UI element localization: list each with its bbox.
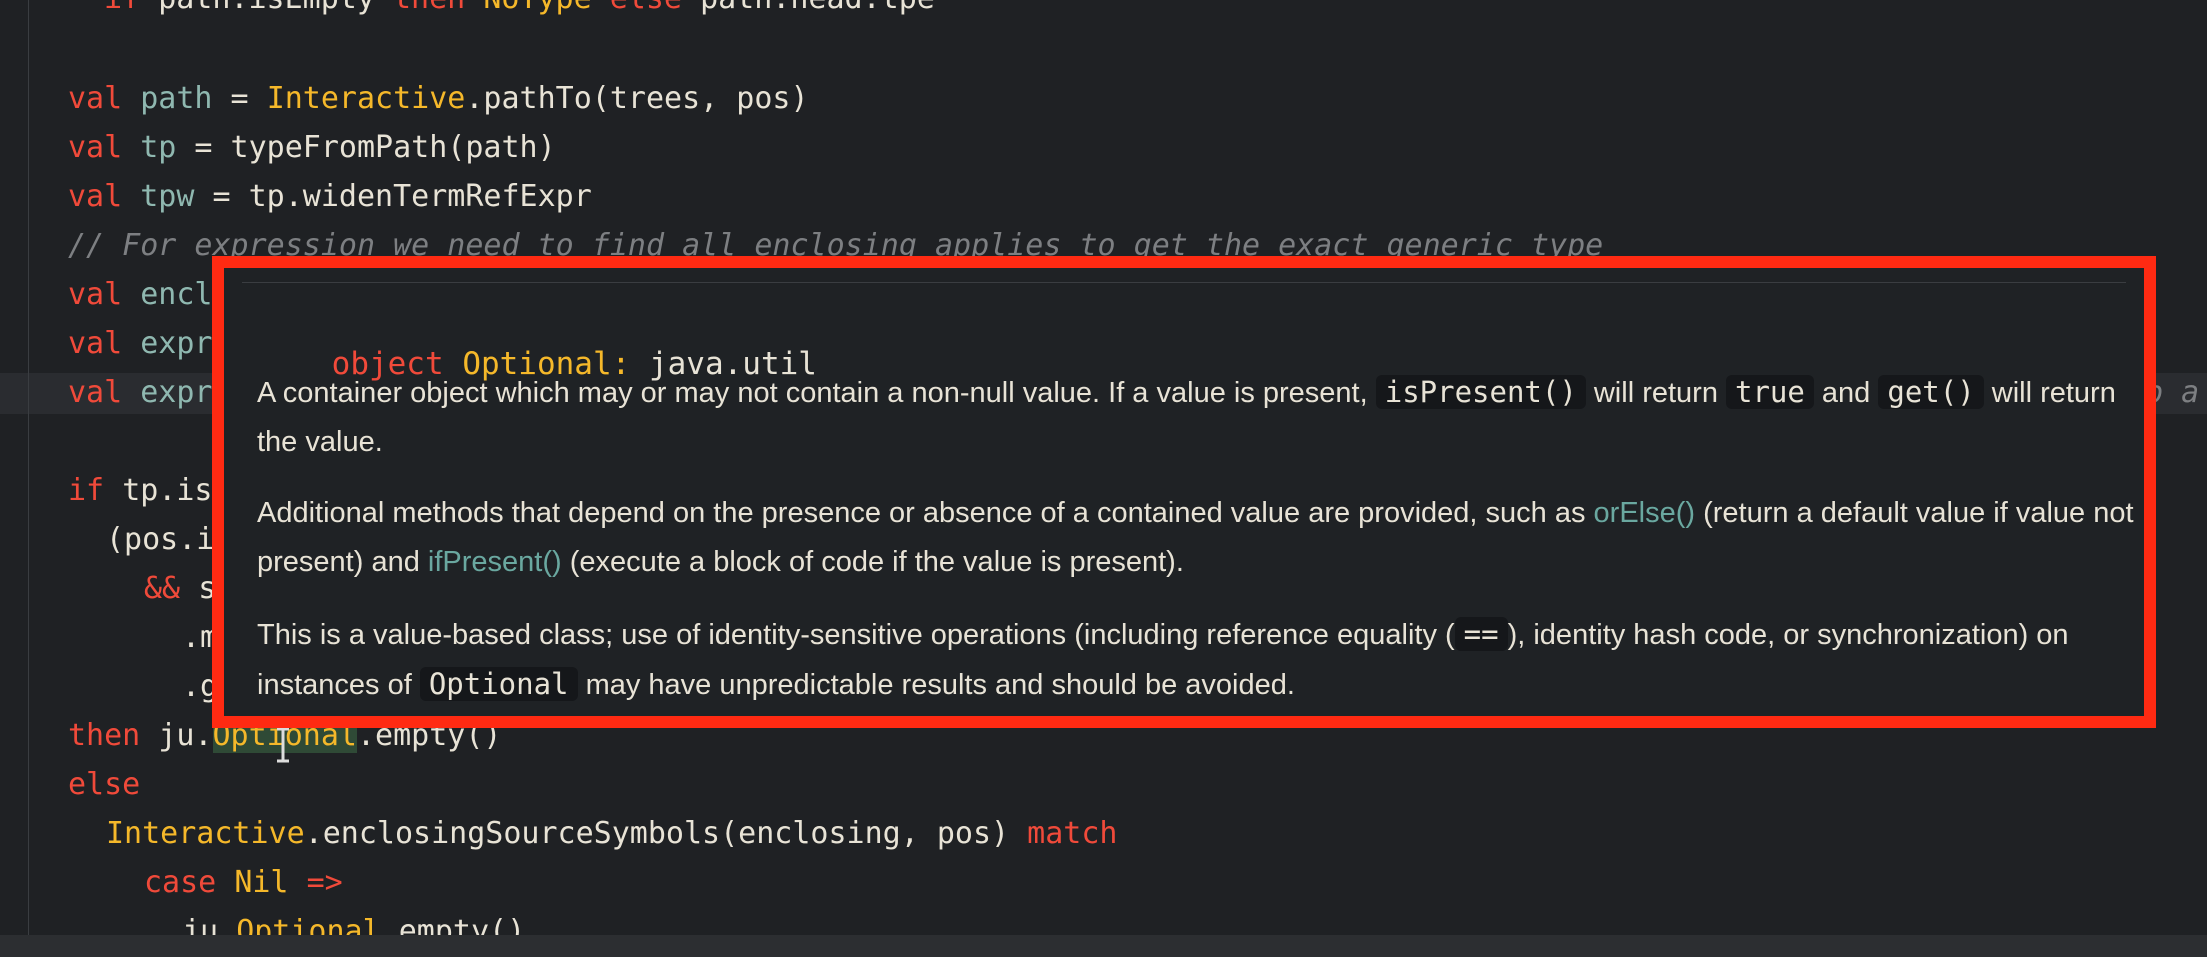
code-token: Interactive (106, 816, 305, 851)
code-line[interactable]: if path.isEmpty then NoType else path.he… (104, 0, 935, 23)
code-token: val (68, 375, 141, 410)
code-token: val (68, 179, 141, 214)
code-token: tp (140, 130, 177, 165)
code-token: = tp.widenTermRefExpr (194, 179, 592, 214)
code-token: .pathTo(trees, pos) (465, 81, 809, 116)
code-token: => (306, 865, 343, 900)
code-token: && (144, 571, 199, 606)
code-line[interactable]: Interactive.enclosingSourceSymbols(enclo… (106, 809, 1117, 858)
code-token: case (144, 865, 235, 900)
code-token: val (68, 81, 141, 116)
documentation-tooltip: object Optional: java.util A container o… (212, 256, 2156, 728)
code-token: path.isEmpty (158, 0, 393, 16)
code-token: else (610, 0, 700, 16)
code-token: if (68, 473, 123, 508)
code-line[interactable]: val expr (68, 368, 213, 417)
code-token: ju. (158, 718, 213, 753)
code-token: .enclosingSourceSymbols(enclosing, pos) (304, 816, 1028, 851)
tooltip-divider (242, 282, 2126, 283)
link-ifPresent[interactable]: ifPresent() (428, 546, 562, 578)
code-token: then (393, 0, 483, 16)
p2-text-a: Additional methods that depend on the pr… (257, 497, 1586, 529)
p2-text-c: (execute a block of code if the value is… (569, 546, 1184, 578)
code-token: = (212, 81, 267, 116)
code-token: encl (140, 277, 213, 312)
code-line[interactable]: val expr (68, 319, 213, 368)
tooltip-paragraph-3: This is a value-based class; use of iden… (257, 610, 2137, 710)
code-isPresent: isPresent() (1375, 375, 1586, 409)
code-token: tp.is (122, 473, 213, 508)
p3-text-c: may have unpredictable results and shoul… (585, 669, 1295, 701)
code-token: match (1027, 816, 1118, 851)
code-line[interactable]: (pos.i (106, 515, 214, 564)
code-token: tpw (140, 179, 195, 214)
p1-text-a: A container object which may or may not … (257, 377, 1368, 409)
code-token: NoType (483, 0, 609, 16)
code-token: path (140, 81, 213, 116)
code-Optional: Optional (419, 667, 578, 701)
code-token: expr (140, 326, 213, 361)
code-equality: == (1454, 617, 1508, 651)
code-token: Nil (234, 865, 307, 900)
tooltip-paragraph-2: Additional methods that depend on the pr… (257, 489, 2137, 587)
code-line[interactable]: val encl (68, 270, 213, 319)
p1-text-c: and (1821, 377, 1871, 409)
code-line[interactable]: val tp = typeFromPath(path) (68, 123, 556, 172)
code-true: true (1726, 375, 1814, 409)
link-orElse[interactable]: orElse() (1594, 497, 1696, 529)
p1-text-b: will return (1593, 377, 1718, 409)
code-token: path.head.tpe (700, 0, 935, 16)
horizontal-scrollbar[interactable] (0, 935, 2207, 957)
code-token: val (68, 326, 141, 361)
code-token: expr (140, 375, 213, 410)
code-line[interactable]: val tpw = tp.widenTermRefExpr (68, 172, 592, 221)
tooltip-paragraph-1: A container object which may or may not … (257, 368, 2137, 467)
indent-guide (28, 0, 29, 957)
code-line[interactable]: val path = Interactive.pathTo(trees, pos… (68, 74, 809, 123)
code-line[interactable]: else (68, 760, 140, 809)
code-token: if (104, 0, 158, 16)
p3-text-a: This is a value-based class; use of iden… (257, 619, 1455, 651)
code-line[interactable]: case Nil => (144, 858, 343, 907)
code-get: get() (1878, 375, 1984, 409)
code-line[interactable]: && s (144, 564, 216, 613)
code-token: = typeFromPath(path) (176, 130, 556, 165)
code-token: else (68, 767, 141, 802)
text-cursor-icon (277, 727, 289, 763)
code-token: (pos.i (106, 522, 215, 557)
code-token: Interactive (266, 81, 466, 116)
code-token: val (68, 277, 141, 312)
code-line[interactable]: if tp.is (68, 466, 213, 515)
code-token: val (68, 130, 141, 165)
code-token: then (68, 718, 159, 753)
